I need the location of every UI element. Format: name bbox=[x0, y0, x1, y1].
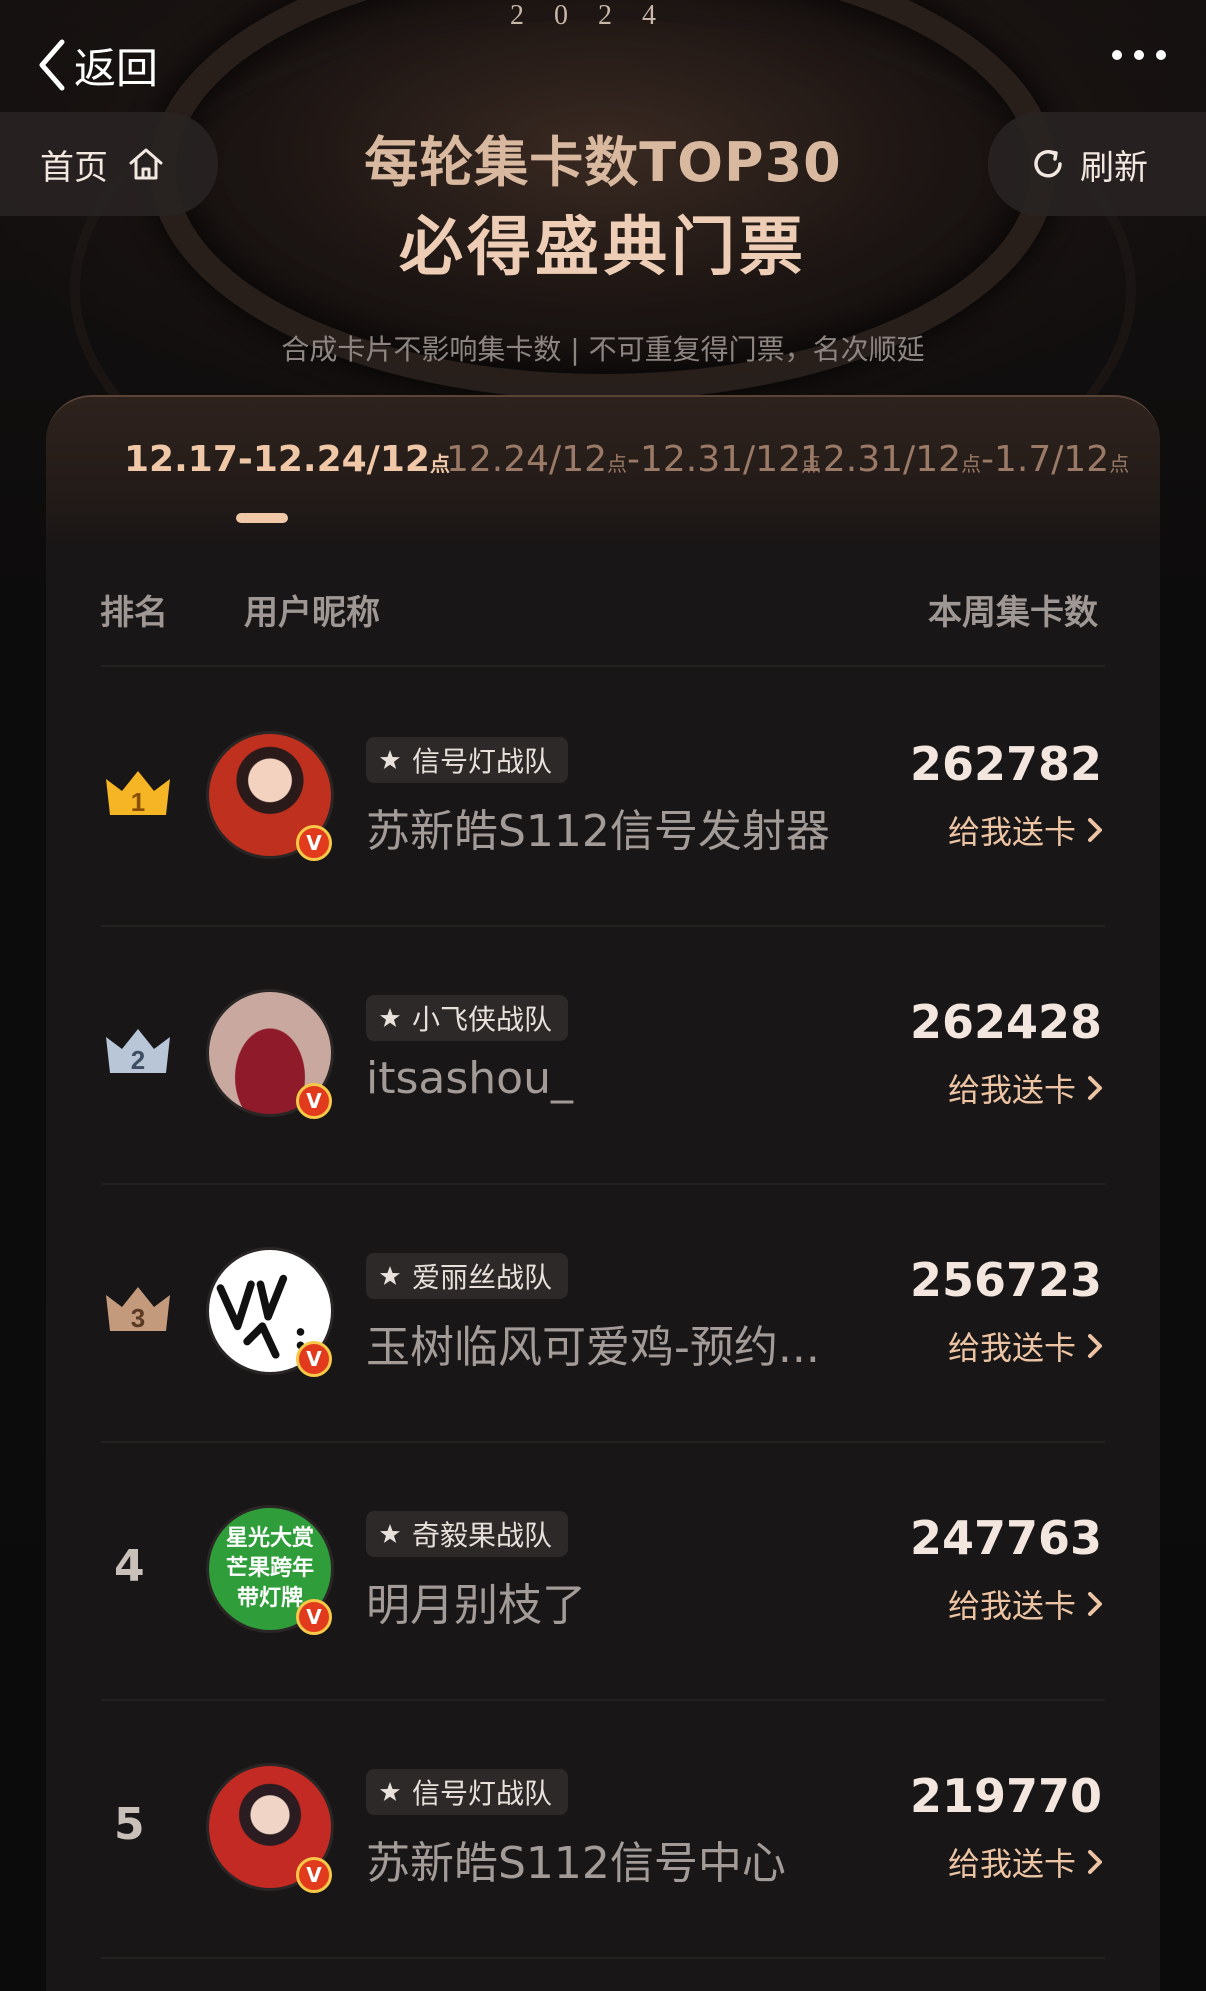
tab-round-3-suffix-end: 点 bbox=[1109, 452, 1130, 476]
send-card-label: 给我送卡 bbox=[947, 1587, 1076, 1625]
more-dot-icon bbox=[1134, 50, 1144, 60]
avatar-text-line: 芒果跨年 bbox=[225, 1556, 314, 1581]
chevron-right-icon bbox=[1088, 1334, 1102, 1358]
bronze-crown-icon: 3 bbox=[106, 1287, 170, 1333]
send-card-label: 给我送卡 bbox=[947, 1845, 1076, 1883]
card-count: 247763 bbox=[909, 1511, 1102, 1565]
team-badge: 信号灯战队 bbox=[366, 737, 569, 783]
tab-round-3-label: 12.31/12 bbox=[800, 439, 961, 480]
tab-round-1-label: 12.17-12.24/12 bbox=[124, 439, 430, 480]
silver-crown-icon: 2 bbox=[106, 1029, 170, 1075]
star-icon bbox=[380, 750, 400, 769]
divider bbox=[101, 1957, 1105, 1959]
more-menu-button[interactable] bbox=[1112, 50, 1166, 60]
card-count: 262782 bbox=[909, 737, 1102, 791]
send-card-label: 给我送卡 bbox=[947, 1329, 1076, 1367]
hero-title-line1: 每轮集卡数TOP30 bbox=[364, 131, 842, 194]
user-nickname[interactable]: 玉树临风可爱鸡-预约... bbox=[366, 1311, 820, 1375]
star-icon bbox=[380, 1266, 400, 1285]
table-row: 4 星光大赏 芒果跨年 带灯牌 V 奇毅果战队 明月别枝了 247763 给我送… bbox=[46, 1441, 1160, 1699]
verified-badge: V bbox=[296, 1599, 332, 1635]
send-card-button[interactable]: 给我送卡 bbox=[948, 1581, 1104, 1627]
more-dot-icon bbox=[1156, 50, 1166, 60]
table-header: 排名 用户昵称 本周集卡数 bbox=[46, 545, 1160, 665]
tab-round-1[interactable]: 12.17-12.24/12点 bbox=[124, 439, 450, 480]
tab-round-2[interactable]: 12.24/12点-12.31/12点 bbox=[446, 439, 821, 480]
team-name: 信号灯战队 bbox=[412, 745, 553, 778]
send-card-button[interactable]: 给我送卡 bbox=[948, 807, 1104, 853]
tab-round-2-label-end: -12.31/12 bbox=[627, 439, 801, 480]
tab-round-2-label: 12.24/12 bbox=[446, 439, 607, 480]
verified-badge: V bbox=[296, 825, 332, 861]
column-header-rank: 排名 bbox=[100, 593, 168, 633]
hero-title-line2: 必得盛典门票 bbox=[399, 211, 807, 285]
table-row: 2 V 小飞侠战队 itsashou_ 262428 给我送卡 bbox=[46, 925, 1160, 1183]
team-name: 小飞侠战队 bbox=[412, 1003, 553, 1036]
user-nickname[interactable]: 苏新皓S112信号中心 bbox=[366, 1827, 786, 1891]
team-name: 信号灯战队 bbox=[412, 1777, 553, 1810]
more-dot-icon bbox=[1112, 50, 1122, 60]
svg-text:3: 3 bbox=[131, 1303, 145, 1333]
tab-round-3-label-end: -1.7/12 bbox=[981, 439, 1110, 480]
tab-round-2-suffix: 点 bbox=[607, 452, 627, 476]
table-row: 5 V 信号灯战队 苏新皓S112信号中心 219770 给我送卡 bbox=[46, 1699, 1160, 1957]
rank-number: 5 bbox=[114, 1799, 145, 1850]
star-icon bbox=[380, 1008, 400, 1027]
back-label: 返回 bbox=[74, 43, 159, 93]
verified-badge: V bbox=[296, 1857, 332, 1893]
send-card-button[interactable]: 给我送卡 bbox=[948, 1839, 1104, 1885]
year-decoration: 2024 bbox=[510, 0, 686, 31]
rank-number: 4 bbox=[114, 1541, 145, 1592]
tab-round-3-suffix: 点 bbox=[961, 452, 981, 476]
star-icon bbox=[380, 1524, 400, 1543]
table-row: 1 V 信号灯战队 苏新皓S112信号发射器 262782 给我送卡 bbox=[46, 667, 1160, 925]
chevron-left-icon bbox=[39, 39, 65, 91]
tab-round-3[interactable]: 12.31/12点-1.7/12点 bbox=[800, 439, 1129, 480]
active-tab-indicator bbox=[236, 513, 288, 523]
card-count: 256723 bbox=[909, 1253, 1102, 1307]
card-count: 219770 bbox=[909, 1769, 1102, 1823]
send-card-label: 给我送卡 bbox=[947, 813, 1076, 851]
chevron-right-icon bbox=[1088, 1076, 1102, 1100]
column-header-count: 本周集卡数 bbox=[928, 593, 1098, 633]
page: 2024 返回 首页 刷新 每轮集卡数TOP30 必得盛典门票 合成卡片不影响集… bbox=[0, 0, 1206, 1991]
user-nickname[interactable]: 苏新皓S112信号发射器 bbox=[366, 795, 830, 859]
team-badge: 信号灯战队 bbox=[366, 1769, 569, 1815]
avatar-text-line: 星光大赏 bbox=[225, 1526, 314, 1551]
avatar-text-line: 带灯牌 bbox=[236, 1586, 303, 1611]
user-nickname[interactable]: itsashou_ bbox=[366, 1053, 573, 1104]
team-badge: 爱丽丝战队 bbox=[366, 1253, 569, 1299]
ranking-card: 12.17-12.24/12点 12.24/12点-12.31/12点 12.3… bbox=[46, 395, 1160, 1991]
send-card-button[interactable]: 给我送卡 bbox=[948, 1065, 1104, 1111]
rules-note: 合成卡片不影响集卡数 | 不可重复得门票，名次顺延 bbox=[281, 333, 925, 366]
user-nickname[interactable]: 明月别枝了 bbox=[366, 1569, 586, 1633]
star-icon bbox=[380, 1782, 400, 1801]
round-tabs: 12.17-12.24/12点 12.24/12点-12.31/12点 12.3… bbox=[46, 397, 1160, 545]
column-header-user: 用户昵称 bbox=[244, 593, 380, 633]
send-card-label: 给我送卡 bbox=[947, 1071, 1076, 1109]
svg-text:2: 2 bbox=[131, 1045, 145, 1075]
svg-text:1: 1 bbox=[131, 787, 145, 817]
chevron-right-icon bbox=[1088, 818, 1102, 842]
team-badge: 小飞侠战队 bbox=[366, 995, 569, 1041]
card-count: 262428 bbox=[909, 995, 1102, 1049]
table-row: 3 V 爱丽丝战队 玉树临风可爱鸡-预约... 256723 给我送卡 bbox=[46, 1183, 1160, 1441]
team-name: 奇毅果战队 bbox=[412, 1519, 553, 1552]
back-button[interactable]: 返回 bbox=[34, 34, 158, 96]
chevron-right-icon bbox=[1088, 1592, 1102, 1616]
verified-badge: V bbox=[296, 1083, 332, 1119]
send-card-button[interactable]: 给我送卡 bbox=[948, 1323, 1104, 1369]
gold-crown-icon: 1 bbox=[106, 771, 170, 817]
chevron-right-icon bbox=[1088, 1850, 1102, 1874]
team-name: 爱丽丝战队 bbox=[412, 1261, 553, 1294]
verified-badge: V bbox=[296, 1341, 332, 1377]
team-badge: 奇毅果战队 bbox=[366, 1511, 569, 1557]
